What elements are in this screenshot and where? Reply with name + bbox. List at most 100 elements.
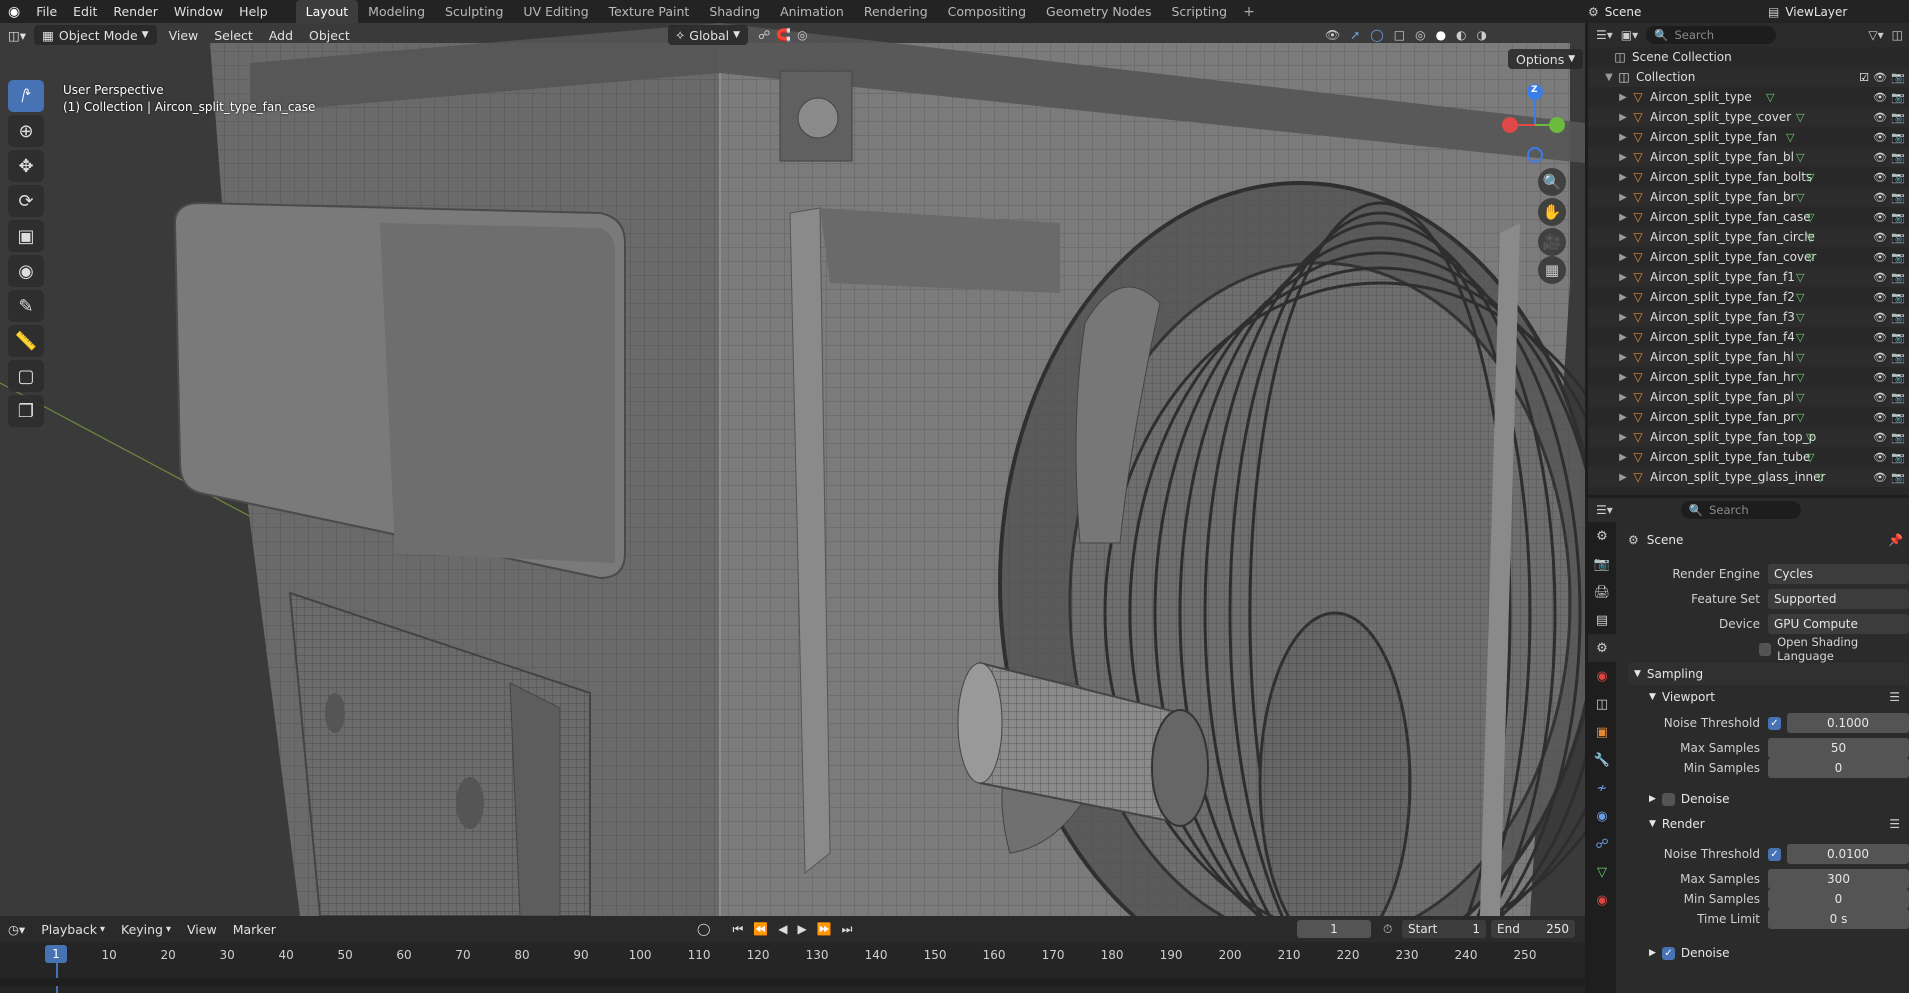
eye-icon[interactable]: 👁 — [1873, 71, 1887, 84]
outliner-object-row[interactable]: ▶ ▽ Aircon_split_type_fan_cover ▽ 👁 📷 — [1588, 247, 1909, 267]
expand-arrow-icon[interactable]: ▶ — [1616, 372, 1630, 383]
axis-gizmo[interactable] — [1490, 80, 1570, 170]
prev-keyframe-icon[interactable]: ⏪ — [753, 922, 768, 936]
move-tool-icon[interactable]: ✥ — [8, 150, 44, 182]
expand-arrow-icon[interactable]: ▶ — [1616, 152, 1630, 163]
timeline-scrollbar[interactable] — [0, 978, 1585, 986]
vp-max-field[interactable]: 50 — [1768, 738, 1909, 758]
blender-logo-icon[interactable]: ◉ — [0, 4, 28, 20]
eye-icon[interactable]: 👁 — [1873, 91, 1887, 104]
camera-icon[interactable]: 📷 — [1891, 71, 1905, 84]
output-tab-icon[interactable]: 🖨 — [1588, 578, 1616, 606]
eye-icon[interactable]: 👁 — [1873, 431, 1887, 444]
mode-dropdown[interactable]: ▦ Object Mode ▼ — [34, 25, 157, 45]
workspace-tab-compositing[interactable]: Compositing — [938, 0, 1036, 23]
sampling-panel-header[interactable]: ▼ Sampling — [1628, 663, 1909, 685]
new-collection-icon[interactable]: ◫ — [1892, 28, 1903, 42]
annotate-tool-icon[interactable]: ✎ — [8, 290, 44, 322]
outliner-object-row[interactable]: ▶ ▽ Aircon_split_type_fan_hl ▽ 👁 📷 — [1588, 347, 1909, 367]
eye-icon[interactable]: 👁 — [1873, 111, 1887, 124]
menu-help[interactable]: Help — [231, 0, 276, 23]
render-engine-dropdown[interactable]: Cycles — [1768, 564, 1909, 584]
camera-icon[interactable]: 📷 — [1891, 231, 1905, 244]
eye-icon[interactable]: 👁 — [1873, 371, 1887, 384]
scale-tool-icon[interactable]: ▣ — [8, 220, 44, 252]
menu-file[interactable]: File — [28, 0, 65, 23]
current-frame-marker[interactable]: 1 — [45, 945, 67, 963]
expand-arrow-icon[interactable]: ▶ — [1616, 312, 1630, 323]
play-reverse-icon[interactable]: ◀ — [778, 922, 787, 936]
render-tab-icon[interactable]: 📷 — [1588, 550, 1616, 578]
eye-icon[interactable]: 👁 — [1873, 151, 1887, 164]
play-icon[interactable]: ▶ — [797, 922, 806, 936]
r-denoise-header[interactable]: ▶ ✓ Denoise — [1643, 942, 1909, 964]
end-frame-field[interactable]: End 250 — [1491, 920, 1575, 938]
view-layer-tab-icon[interactable]: ▤ — [1588, 606, 1616, 634]
3d-viewport[interactable] — [0, 23, 1585, 916]
pivot-icon[interactable]: ☍ — [758, 28, 770, 42]
tool-tab-icon[interactable]: ⚙ — [1588, 522, 1616, 550]
camera-icon[interactable]: 📷 — [1891, 311, 1905, 324]
expand-arrow-icon[interactable]: ▶ — [1616, 232, 1630, 243]
outliner-object-row[interactable]: ▶ ▽ Aircon_split_type_fan_br ▽ 👁 📷 — [1588, 187, 1909, 207]
modifier-tab-icon[interactable]: 🔧 — [1588, 746, 1616, 774]
workspace-tab-scripting[interactable]: Scripting — [1161, 0, 1237, 23]
transform-tool-icon[interactable]: ◉ — [8, 255, 44, 287]
feature-set-dropdown[interactable]: Supported — [1768, 589, 1909, 609]
expand-arrow-icon[interactable]: ▶ — [1616, 92, 1630, 103]
start-frame-field[interactable]: Start 1 — [1402, 920, 1486, 938]
expand-arrow-icon[interactable]: ▶ — [1616, 272, 1630, 283]
outliner-object-row[interactable]: ▶ ▽ Aircon_split_type_fan_f4 ▽ 👁 📷 — [1588, 327, 1909, 347]
camera-icon[interactable]: 📷 — [1891, 191, 1905, 204]
frame-ruler[interactable]: 1 10 20 30 40 50 60 70 80 90 100 110 120 130 140 150 160… — [0, 942, 1585, 993]
eye-icon[interactable]: 👁 — [1873, 451, 1887, 464]
workspace-tab-shading[interactable]: Shading — [699, 0, 770, 23]
next-keyframe-icon[interactable]: ⏩ — [817, 922, 832, 936]
xray-icon[interactable]: □ — [1394, 28, 1405, 42]
current-frame-field[interactable]: 1 — [1297, 920, 1371, 938]
checkbox-icon[interactable]: ☑ — [1859, 71, 1869, 84]
vp-denoise-checkbox[interactable] — [1661, 792, 1675, 806]
r-denoise-checkbox[interactable]: ✓ — [1661, 946, 1675, 960]
camera-icon[interactable]: 📷 — [1891, 451, 1905, 464]
constraints-tab-icon[interactable]: ☍ — [1588, 830, 1616, 858]
render-subpanel-header[interactable]: ▼ Render ☰ — [1643, 813, 1909, 835]
vp-noise-checkbox[interactable]: ✓ — [1768, 716, 1781, 730]
camera-icon[interactable]: 📷 — [1891, 211, 1905, 224]
workspace-tab-texture-paint[interactable]: Texture Paint — [599, 0, 700, 23]
outliner-editor-icon[interactable]: ☰▾ — [1596, 28, 1613, 42]
outliner-object-row[interactable]: ▶ ▽ Aircon_split_type_fan_case ▽ 👁 📷 — [1588, 207, 1909, 227]
outliner-object-row[interactable]: ▶ ▽ Aircon_split_type_fan_pl ▽ 👁 📷 — [1588, 387, 1909, 407]
expand-arrow-icon[interactable]: ▶ — [1616, 432, 1630, 443]
viewport-menu-object[interactable]: Object — [301, 25, 358, 45]
outliner-search-input[interactable]: 🔍 Search — [1646, 26, 1777, 44]
proportional-edit-icon[interactable]: ◎ — [797, 28, 807, 42]
outliner-object-row[interactable]: ▶ ▽ Aircon_split_type_fan_bolts ▽ 👁 📷 — [1588, 167, 1909, 187]
timeline-menu-view[interactable]: View — [179, 919, 225, 939]
eye-icon[interactable]: 👁 — [1873, 271, 1887, 284]
eye-icon[interactable]: 👁 — [1873, 411, 1887, 424]
view-layer-selector[interactable]: ▤ ViewLayer — [1768, 0, 1847, 23]
r-noise-checkbox[interactable]: ✓ — [1768, 847, 1781, 861]
material-tab-icon[interactable]: ◉ — [1588, 886, 1616, 914]
camera-icon[interactable]: 📷 — [1891, 331, 1905, 344]
add-object-tool-icon[interactable]: ❐ — [8, 395, 44, 427]
workspace-tab-geometry-nodes[interactable]: Geometry Nodes — [1036, 0, 1161, 23]
options-dropdown[interactable]: Options ▼ — [1508, 49, 1584, 69]
collection-row[interactable]: ▼ ◫ Collection ☑ 👁 📷 — [1588, 67, 1909, 87]
viewport-menu-view[interactable]: View — [161, 25, 207, 45]
eye-icon[interactable]: 👁 — [1873, 211, 1887, 224]
eye-icon[interactable]: 👁 — [1873, 311, 1887, 324]
zoom-icon[interactable]: 🔍 — [1538, 168, 1566, 196]
camera-icon[interactable]: 📷 — [1891, 111, 1905, 124]
viewport-menu-add[interactable]: Add — [261, 25, 301, 45]
vp-denoise-header[interactable]: ▶ Denoise — [1643, 788, 1909, 810]
solid-shading-icon[interactable]: ● — [1436, 28, 1446, 42]
select-box-tool-icon[interactable]: ⭚ — [8, 80, 44, 112]
eye-icon[interactable]: 👁 — [1873, 471, 1887, 484]
camera-icon[interactable]: 📷 — [1891, 351, 1905, 364]
camera-icon[interactable]: 📷 — [1891, 411, 1905, 424]
outliner-object-row[interactable]: ▶ ▽ Aircon_split_type_fan_hr ▽ 👁 📷 — [1588, 367, 1909, 387]
ortho-grid-icon[interactable]: ▦ — [1538, 256, 1566, 284]
camera-icon[interactable]: 📷 — [1891, 391, 1905, 404]
